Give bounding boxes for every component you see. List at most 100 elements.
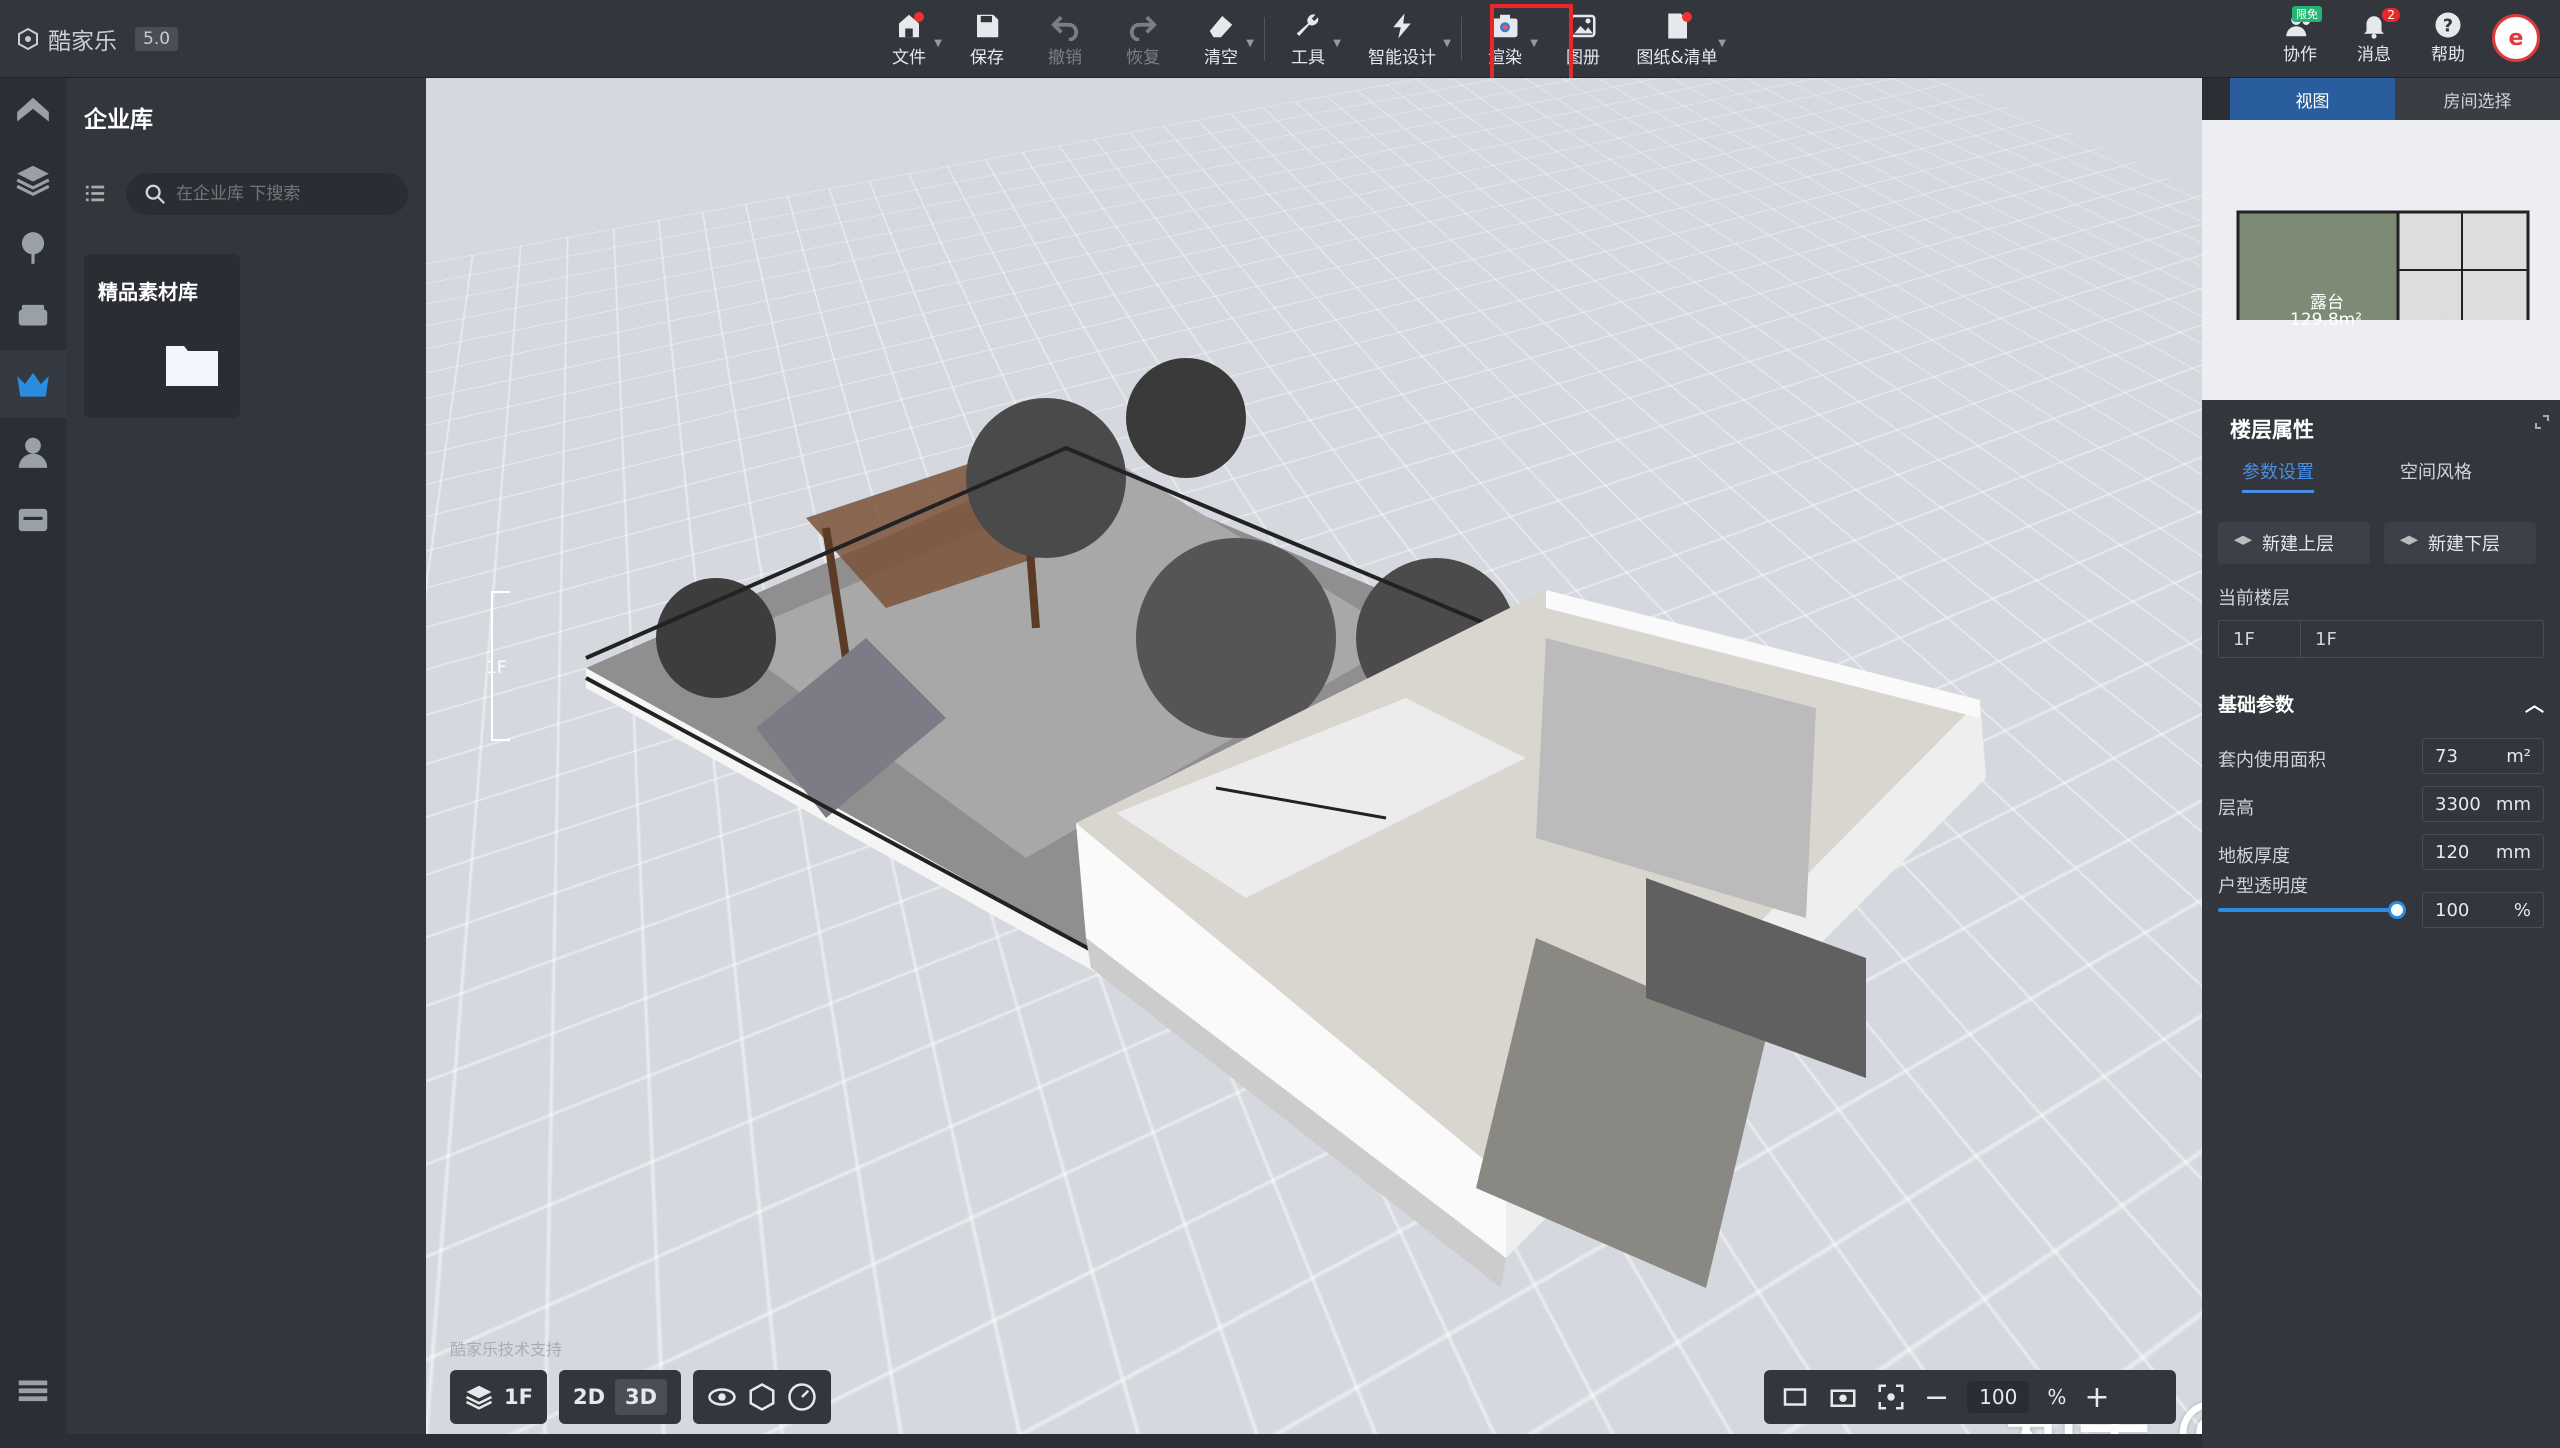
undo-button[interactable]: 撤销 (1026, 8, 1104, 70)
area-field[interactable]: 73 m² (2422, 738, 2544, 774)
3d-viewport[interactable]: 1F 酷家乐技术支持 知乎 @郭一绪 (426, 78, 2202, 1434)
file-label: 文件 (892, 43, 926, 68)
current-floor-label: 当前楼层 (2218, 584, 2290, 610)
redo-button[interactable]: 恢复 (1104, 8, 1182, 70)
help-button[interactable]: ? 帮助 (2418, 6, 2478, 68)
param-label: 层高 (2218, 794, 2254, 820)
speedometer-icon[interactable] (787, 1382, 817, 1412)
nav-furniture[interactable] (0, 282, 66, 350)
nav-landscape[interactable] (0, 214, 66, 282)
left-icon-bar (0, 78, 66, 1448)
zoom-unit: % (2047, 1385, 2066, 1409)
slider-knob[interactable] (2388, 901, 2406, 919)
top-toolbar: 酷家乐 5.0 文件 ▼ 保存 撤销 恢复 清空 ▼ 工具 ▼ 智能设计 ▼ 渲… (0, 0, 2560, 78)
person-icon (14, 433, 52, 471)
view-controls: 1F 2D 3D (450, 1370, 831, 1424)
list-icon[interactable] (84, 182, 106, 204)
app-logo[interactable]: 酷家乐 5.0 (16, 22, 178, 56)
app-version: 5.0 (135, 27, 178, 51)
smart-design-button[interactable]: 智能设计 ▼ (1347, 8, 1457, 70)
tab-view[interactable]: 视图 (2230, 78, 2395, 120)
tab-params[interactable]: 参数设置 (2242, 458, 2314, 493)
sofa-icon (14, 297, 52, 335)
save-icon (972, 11, 1002, 41)
minimap-floorplan (2202, 120, 2560, 320)
expand-icon[interactable] (2534, 414, 2550, 430)
library-search[interactable] (126, 173, 408, 215)
zoom-value[interactable]: 100 (1967, 1381, 2029, 1413)
render-button[interactable]: 渲染 ▼ (1466, 8, 1544, 70)
view-mode-toggle: 2D 3D (559, 1370, 681, 1424)
focus-icon[interactable] (1876, 1382, 1906, 1412)
panel-title: 楼层属性 (2230, 414, 2314, 444)
user-avatar[interactable]: e (2492, 14, 2540, 62)
transparency-field[interactable]: 100% (2422, 892, 2544, 928)
toolbar-divider (1264, 17, 1265, 61)
thickness-value: 120 (2435, 842, 2469, 863)
undo-icon (1050, 11, 1080, 41)
tab-room-select[interactable]: 房间选择 (2395, 78, 2560, 120)
nav-my[interactable] (0, 418, 66, 486)
search-input[interactable] (176, 184, 376, 204)
floor-name[interactable]: 1F (2301, 629, 2337, 650)
basic-params-header[interactable]: 基础参数 ︿ (2218, 690, 2544, 717)
thickness-field[interactable]: 120 mm (2422, 834, 2544, 870)
transparency-slider[interactable] (2218, 908, 2398, 912)
eye-icon[interactable] (707, 1382, 737, 1412)
drawings-button[interactable]: 图纸&清单 ▼ (1622, 8, 1732, 70)
layer-add-icon (2232, 532, 2254, 554)
nav-floorplan[interactable] (0, 78, 66, 146)
zoom-in-button[interactable]: + (2084, 1380, 2109, 1415)
library-panel: 企业库 精品素材库 (66, 78, 426, 1434)
nav-collapse[interactable] (0, 1356, 66, 1424)
file-button[interactable]: 文件 ▼ (870, 8, 948, 70)
messages-label: 消息 (2357, 40, 2391, 65)
tools-label: 工具 (1291, 43, 1325, 68)
message-badge: 2 (2382, 8, 2400, 22)
toolbar-divider (1461, 17, 1462, 61)
floor-code[interactable]: 1F (2219, 621, 2301, 657)
tools-button[interactable]: 工具 ▼ (1269, 8, 1347, 70)
floor-properties-panel: 楼层属性 参数设置 空间风格 新建上层 新建下层 当前楼层 1F 1F 基础参数… (2202, 400, 2560, 1448)
floor-switch-button[interactable]: 1F (450, 1370, 547, 1424)
app-name: 酷家乐 (48, 22, 117, 56)
wrench-icon (1293, 11, 1323, 41)
new-upper-label: 新建上层 (2262, 530, 2334, 556)
floor-selector[interactable]: 1F 1F (2218, 620, 2544, 658)
cube-icon[interactable] (747, 1382, 777, 1412)
mode-3d-button[interactable]: 3D (615, 1379, 667, 1415)
area-unit: m² (2506, 746, 2531, 767)
nav-catalog[interactable] (0, 486, 66, 554)
help-label: 帮助 (2431, 40, 2465, 65)
redo-label: 恢复 (1126, 43, 1160, 68)
tree-icon (14, 229, 52, 267)
new-lower-floor-button[interactable]: 新建下层 (2384, 522, 2536, 564)
clear-button[interactable]: 清空 ▼ (1182, 8, 1260, 70)
search-icon (144, 183, 166, 205)
basic-params-title: 基础参数 (2218, 690, 2294, 717)
notification-dot (1682, 12, 1692, 22)
material-library-card[interactable]: 精品素材库 (84, 254, 240, 418)
mode-2d-button[interactable]: 2D (573, 1385, 605, 1409)
height-field[interactable]: 3300 mm (2422, 786, 2544, 822)
album-button[interactable]: 图册 (1544, 8, 1622, 70)
tab-space-style[interactable]: 空间风格 (2400, 458, 2472, 493)
nav-layers[interactable] (0, 146, 66, 214)
notification-dot (914, 12, 924, 22)
messages-button[interactable]: 2 消息 (2344, 6, 2404, 68)
nav-enterprise-library[interactable] (0, 350, 66, 418)
new-upper-floor-button[interactable]: 新建上层 (2218, 522, 2370, 564)
help-icon: ? (2433, 10, 2463, 40)
floor-switch-label: 1F (504, 1385, 533, 1409)
zoom-out-button[interactable]: − (1924, 1380, 1949, 1415)
camera-settings-icon[interactable] (1828, 1382, 1858, 1412)
crown-icon (14, 365, 52, 403)
eraser-icon (1206, 11, 1236, 41)
new-lower-label: 新建下层 (2428, 530, 2500, 556)
layer-add-icon (2398, 532, 2420, 554)
save-button[interactable]: 保存 (948, 8, 1026, 70)
collab-button[interactable]: 限免 协作 (2270, 6, 2330, 68)
fit-icon[interactable] (1780, 1382, 1810, 1412)
logo-icon (16, 27, 40, 51)
param-label: 套内使用面积 (2218, 746, 2326, 772)
